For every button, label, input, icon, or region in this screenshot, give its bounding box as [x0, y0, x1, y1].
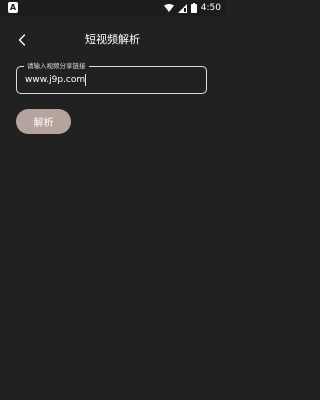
signal-icon: [177, 3, 187, 13]
video-link-value[interactable]: www.j9p.com: [25, 74, 85, 86]
app-notification-icon: A: [8, 2, 18, 13]
app-bar: 短视频解析: [0, 26, 225, 54]
status-icons: 4:50: [163, 0, 221, 16]
battery-icon: [190, 3, 197, 13]
status-bar: A 4:50: [0, 0, 225, 16]
clock: 4:50: [200, 3, 221, 13]
wifi-icon: [163, 4, 174, 12]
video-link-value-row[interactable]: www.j9p.com: [25, 74, 87, 86]
page-title: 短视频解析: [85, 33, 140, 46]
parse-button[interactable]: 解析: [16, 109, 71, 134]
text-caret: [85, 74, 87, 86]
video-link-input[interactable]: 请输入视频分享链接 www.j9p.com: [16, 61, 207, 94]
video-link-label: 请输入视频分享链接: [24, 61, 89, 71]
